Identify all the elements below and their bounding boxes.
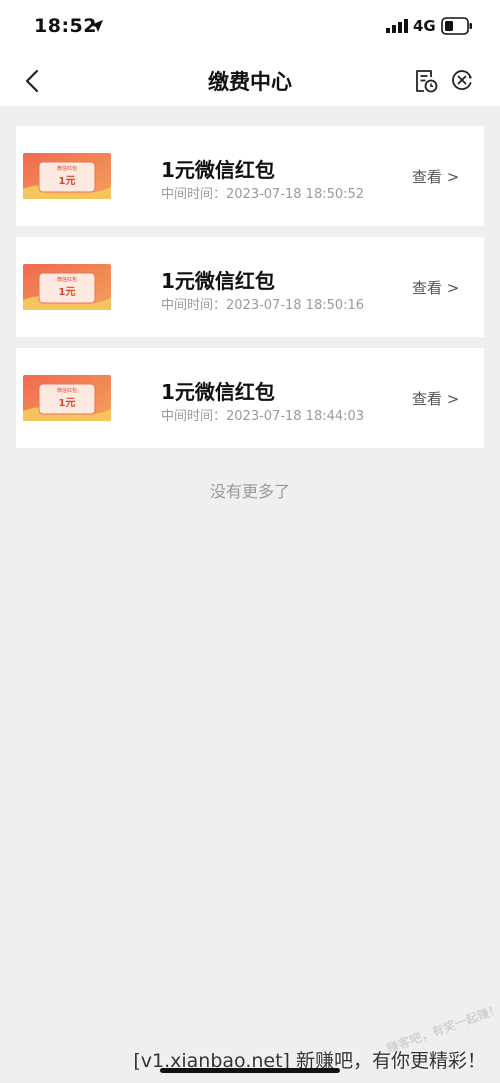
- diagonal-watermark: 赚客吧，有奖一起赚！ www.zuanke8.com: [384, 962, 500, 1056]
- red-packet-thumbnail: 微信红包 1元: [23, 153, 111, 199]
- location-arrow-icon: [91, 20, 103, 32]
- item-title: 1元微信红包: [161, 380, 275, 404]
- item-title: 1元微信红包: [161, 158, 275, 182]
- no-more-text: 没有更多了: [209, 482, 290, 501]
- list-item[interactable]: 微信红包 1元 1元微信红包 中间时间：2023-07-18 18:44:03 …: [16, 348, 484, 448]
- list-item[interactable]: 微信红包 1元 1元微信红包 中间时间：2023-07-18 18:50:52 …: [16, 126, 484, 226]
- close-circle-icon[interactable]: [451, 69, 473, 91]
- bill-clock-icon[interactable]: [414, 68, 438, 94]
- battery-icon: [441, 17, 472, 35]
- nav-bar: 缴费中心: [0, 56, 500, 106]
- item-time: 中间时间：2023-07-18 18:44:03: [161, 409, 365, 424]
- item-time: 中间时间：2023-07-18 18:50:16: [161, 298, 365, 313]
- thumb-amount: 1元: [59, 286, 76, 298]
- signal-icon: [386, 19, 408, 33]
- red-packet-thumbnail: 微信红包 1元: [23, 375, 111, 421]
- item-time: 中间时间：2023-07-18 18:50:52: [161, 187, 365, 202]
- network-type: 4G: [413, 17, 436, 35]
- thumb-amount: 1元: [59, 397, 76, 409]
- red-packet-thumbnail: 微信红包 1元: [23, 264, 111, 310]
- view-button[interactable]: 查看 >: [412, 388, 459, 409]
- status-bar: 18:52 4G: [0, 0, 500, 56]
- item-title: 1元微信红包: [161, 269, 275, 293]
- thumb-caption: 微信红包: [57, 387, 77, 394]
- list-item[interactable]: 微信红包 1元 1元微信红包 中间时间：2023-07-18 18:50:16 …: [16, 237, 484, 337]
- thumb-amount: 1元: [59, 175, 76, 187]
- thumb-caption: 微信红包: [57, 165, 77, 172]
- home-indicator[interactable]: [160, 1068, 340, 1073]
- record-list: 微信红包 1元 1元微信红包 中间时间：2023-07-18 18:50:52 …: [16, 126, 484, 459]
- view-button[interactable]: 查看 >: [412, 277, 459, 298]
- thumb-caption: 微信红包: [57, 276, 77, 283]
- status-time: 18:52: [34, 15, 97, 37]
- view-button[interactable]: 查看 >: [412, 166, 459, 187]
